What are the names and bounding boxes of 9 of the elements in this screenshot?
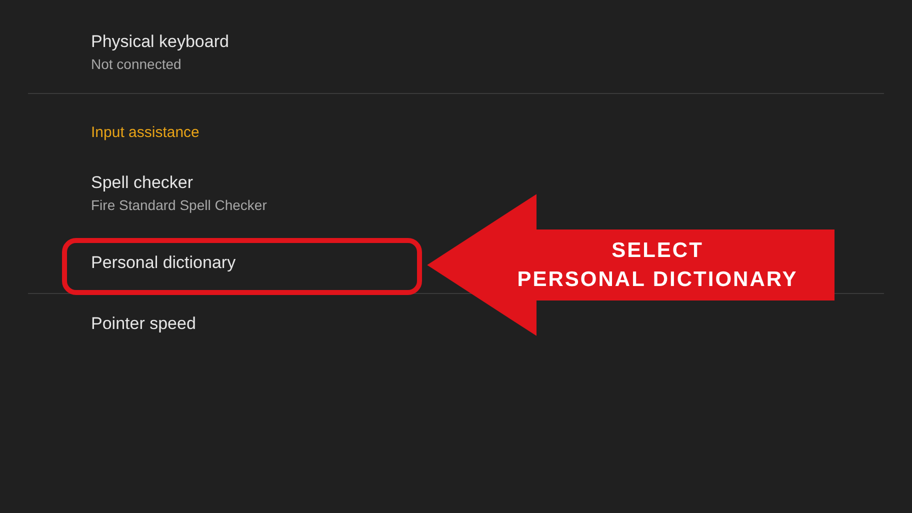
setting-subtitle: Fire Standard Spell Checker [91, 196, 267, 215]
callout-text: PERSONAL DICTIONARY [517, 267, 798, 293]
callout-text: SELECT [612, 238, 704, 264]
setting-title[interactable]: Pointer speed [91, 314, 196, 334]
setting-title[interactable]: Physical keyboard [91, 32, 229, 52]
setting-title[interactable]: Spell checker [91, 173, 267, 193]
setting-subtitle: Not connected [91, 55, 182, 74]
setting-title[interactable]: Personal dictionary [91, 253, 236, 273]
section-header: Input assistance [90, 123, 200, 143]
